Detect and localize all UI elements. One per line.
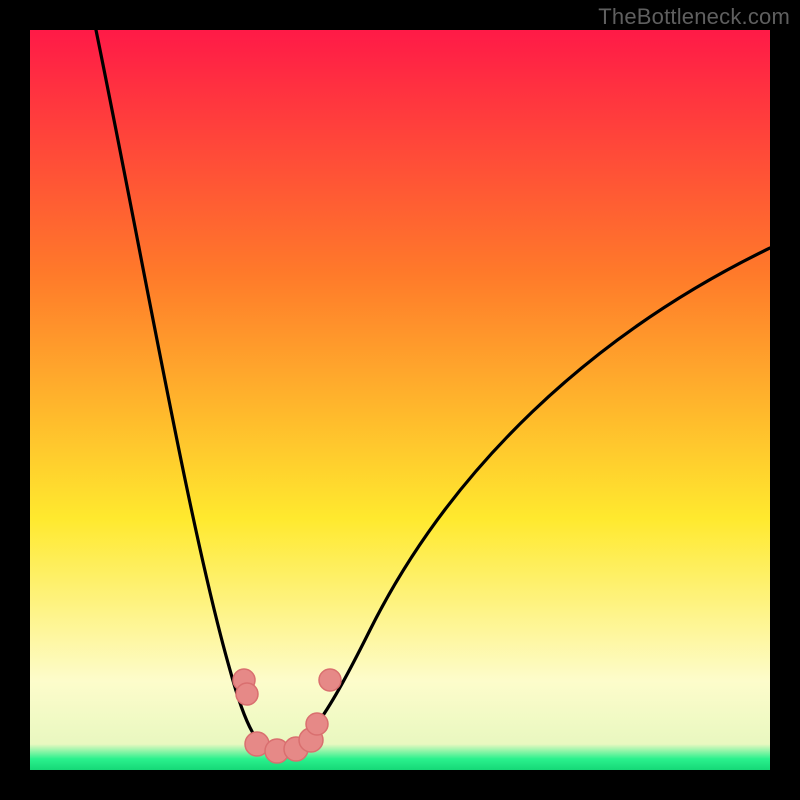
bottleneck-chart bbox=[30, 30, 770, 770]
marker-point bbox=[319, 669, 341, 691]
marker-point bbox=[306, 713, 328, 735]
watermark-text: TheBottleneck.com bbox=[598, 4, 790, 30]
chart-frame: TheBottleneck.com bbox=[0, 0, 800, 800]
plot-background bbox=[30, 30, 770, 770]
marker-point bbox=[236, 683, 258, 705]
